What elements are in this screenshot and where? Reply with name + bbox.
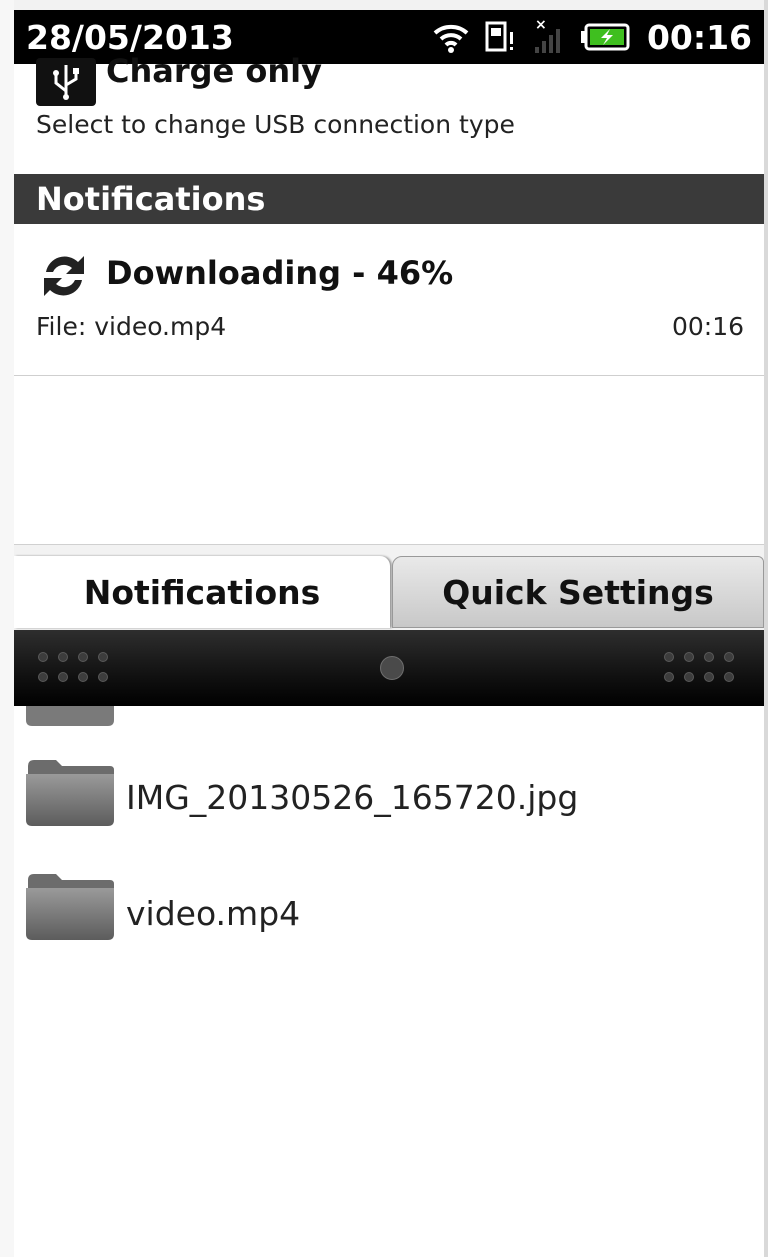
usb-subtitle: Select to change USB connection type [36, 110, 515, 139]
notification-time: 00:16 [671, 312, 744, 341]
file-name: IMG_20130526_165720.jpg [126, 778, 579, 817]
status-icons: × [433, 17, 631, 57]
file-name: video.mp4 [126, 894, 301, 933]
handle-dots-right [664, 652, 734, 682]
usb-connection-item[interactable]: Charge only Select to change USB connect… [14, 52, 764, 174]
list-item[interactable]: IMG_20130526_165720.jpg [14, 756, 764, 856]
notification-shade: Charge only Select to change USB connect… [14, 52, 764, 544]
svg-text:×: × [535, 17, 547, 33]
usb-icon [36, 58, 96, 106]
notification-file: File: video.mp4 [36, 312, 227, 341]
usb-title: Charge only [106, 52, 322, 90]
shade-drag-handle[interactable] [14, 630, 764, 706]
notification-title: Downloading - 46% [106, 254, 454, 292]
tab-notifications[interactable]: Notifications [14, 556, 390, 628]
battery-charging-icon [580, 23, 630, 51]
folder-icon [26, 706, 114, 726]
sync-icon [44, 256, 84, 296]
shade-tabs: Notifications Quick Settings [14, 556, 764, 630]
no-signal-icon: × [534, 17, 560, 53]
handle-grip [380, 656, 404, 680]
handle-dots-left [38, 652, 108, 682]
status-clock: 00:16 [646, 17, 752, 57]
file-list: IMG_20130526_165720.jpg video.mp4 [14, 706, 764, 1257]
sd-card-alert-icon [485, 21, 513, 52]
shade-divider [14, 544, 764, 545]
folder-icon [26, 760, 114, 826]
left-edge [0, 0, 14, 1257]
tab-quick-settings[interactable]: Quick Settings [392, 556, 764, 628]
notifications-section-header: Notifications [14, 174, 764, 224]
folder-icon [26, 874, 114, 940]
wifi-icon [433, 24, 469, 53]
download-notification[interactable]: Downloading - 46% File: video.mp4 00:16 [14, 230, 764, 376]
status-date: 28/05/2013 [26, 17, 234, 57]
list-item[interactable]: video.mp4 [14, 870, 764, 970]
right-edge [764, 0, 768, 1257]
